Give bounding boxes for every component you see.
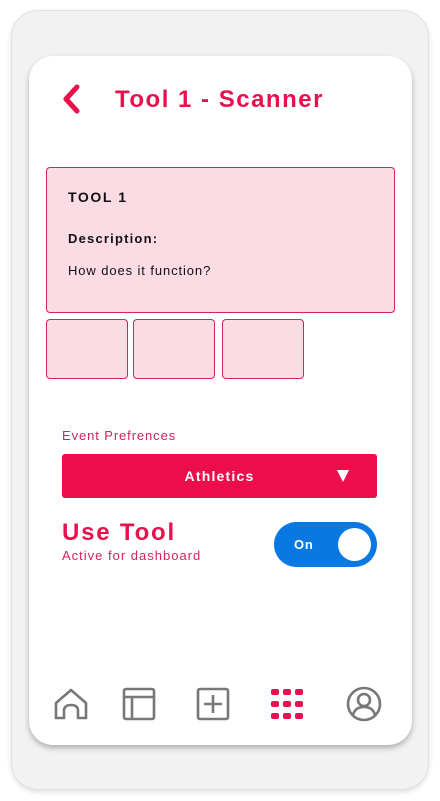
use-tool-subtitle: Active for dashboard <box>62 548 202 563</box>
thumbnail-1[interactable] <box>46 319 128 379</box>
thumbnail-2[interactable] <box>133 319 215 379</box>
home-icon <box>54 688 88 720</box>
profile-icon <box>346 686 382 722</box>
dropdown-selected-value: Athletics <box>184 468 255 484</box>
toggle-knob <box>338 528 371 561</box>
nav-profile[interactable] <box>344 684 384 724</box>
nav-home[interactable] <box>51 684 91 724</box>
event-preferences-label: Event Prefrences <box>62 428 177 443</box>
nav-add[interactable] <box>193 684 233 724</box>
apps-grid-icon <box>271 689 303 719</box>
tool-info-card: TOOL 1 Description: How does it function… <box>46 167 395 313</box>
chevron-left-icon <box>63 84 80 114</box>
event-preferences-dropdown[interactable]: Athletics <box>62 454 377 498</box>
thumbnail-3[interactable] <box>222 319 304 379</box>
triangle-down-icon <box>337 470 349 482</box>
app-screen: Tool 1 - Scanner TOOL 1 Description: How… <box>29 56 412 745</box>
add-icon <box>196 687 230 721</box>
description-text: How does it function? <box>68 263 212 278</box>
use-tool-title: Use Tool <box>62 519 176 546</box>
description-label: Description: <box>68 231 159 246</box>
card-title: TOOL 1 <box>68 189 128 205</box>
nav-layout[interactable] <box>119 684 159 724</box>
nav-apps[interactable] <box>267 684 307 724</box>
use-tool-toggle[interactable]: On <box>274 522 377 567</box>
toggle-label: On <box>294 537 314 552</box>
page-title: Tool 1 - Scanner <box>115 86 324 113</box>
back-button[interactable] <box>57 84 87 114</box>
layout-icon <box>122 687 156 721</box>
